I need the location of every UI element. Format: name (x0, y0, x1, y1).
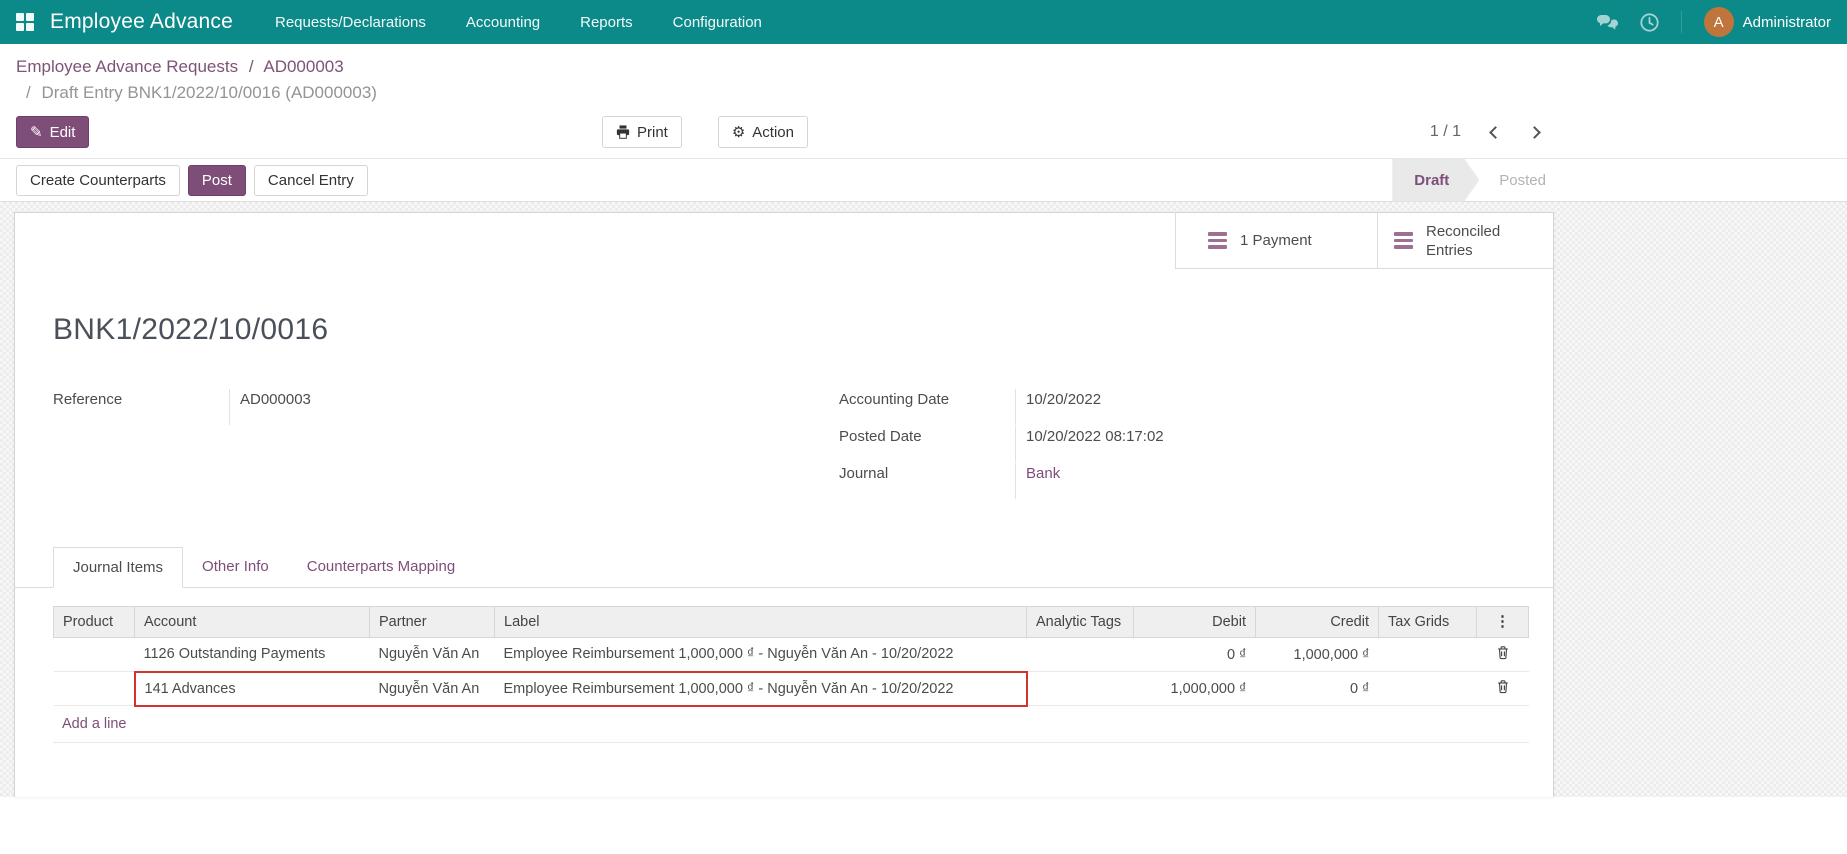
cell-account[interactable]: 1126 Outstanding Payments (135, 638, 370, 672)
cell-credit[interactable]: 1,000,000 ₫ (1256, 638, 1379, 672)
cell-label[interactable]: Employee Reimbursement 1,000,000 ₫ - Ngu… (495, 638, 1027, 672)
field-grid: Reference AD000003 Accounting Date 10/20… (53, 389, 1529, 500)
breadcrumb: Employee Advance Requests / AD000003 (16, 54, 1831, 80)
breadcrumb-separator: / (249, 57, 254, 76)
user-name: Administrator (1743, 14, 1831, 31)
post-button[interactable]: Post (188, 165, 246, 196)
nav-divider (1681, 11, 1682, 33)
cell-tax-grids[interactable] (1379, 672, 1477, 706)
cell-product[interactable] (54, 672, 135, 706)
menu-accounting[interactable]: Accounting (466, 14, 540, 31)
cell-debit[interactable]: 0 ₫ (1134, 638, 1256, 672)
gear-icon: ⚙ (732, 123, 745, 141)
col-debit: Debit (1134, 607, 1256, 638)
cell-product[interactable] (54, 638, 135, 672)
form-statusbar: Create Counterparts Post Cancel Entry Dr… (0, 159, 1847, 202)
state-widget: Draft Posted (1392, 159, 1554, 202)
add-a-line-link[interactable]: Add a line (53, 707, 1529, 743)
journal-items-table: Product Account Partner Label Analytic T… (53, 606, 1529, 707)
app-brand[interactable]: Employee Advance (50, 10, 233, 34)
delete-row-icon[interactable] (1496, 645, 1510, 660)
cancel-entry-button[interactable]: Cancel Entry (254, 165, 368, 196)
table-header-row: Product Account Partner Label Analytic T… (54, 607, 1529, 638)
reference-value: AD000003 (229, 389, 743, 425)
optional-columns-toggle-icon[interactable]: ⋮ (1477, 607, 1529, 638)
menu-requests-declarations[interactable]: Requests/Declarations (275, 14, 426, 31)
entry-title: BNK1/2022/10/0016 (53, 313, 1529, 347)
delete-row-icon[interactable] (1496, 679, 1510, 694)
breadcrumb-current-line: / Draft Entry BNK1/2022/10/0016 (AD00000… (16, 80, 1831, 106)
posted-date-value: 10/20/2022 08:17:02 (1015, 426, 1529, 462)
form-sheet: 1 Payment Reconciled Entries BNK1/2022/1… (14, 212, 1554, 797)
state-posted[interactable]: Posted (1479, 159, 1554, 202)
table-row-highlighted[interactable]: 141 Advances Nguyễn Văn An Employee Reim… (54, 672, 1529, 706)
cell-tax-grids[interactable] (1379, 638, 1477, 672)
col-partner: Partner (370, 607, 495, 638)
menu-configuration[interactable]: Configuration (673, 14, 762, 31)
col-tax-grids: Tax Grids (1379, 607, 1477, 638)
user-avatar[interactable]: A (1704, 7, 1734, 37)
breadcrumb-link-record[interactable]: AD000003 (263, 57, 343, 76)
tab-other-info[interactable]: Other Info (183, 547, 288, 588)
journal-entries-icon (1208, 229, 1227, 252)
cell-debit[interactable]: 1,000,000 ₫ (1134, 672, 1256, 706)
action-button[interactable]: ⚙ Action (718, 116, 808, 148)
cell-account[interactable]: 141 Advances (135, 672, 370, 706)
apps-menu-icon[interactable] (16, 13, 34, 31)
cell-partner[interactable]: Nguyễn Văn An (370, 638, 495, 672)
top-navbar: Employee Advance Requests/Declarations A… (0, 0, 1847, 44)
tab-journal-items[interactable]: Journal Items (53, 547, 183, 588)
pager-count[interactable]: 1 / 1 (1430, 123, 1461, 141)
breadcrumb-separator-2: / (26, 83, 31, 102)
messages-icon[interactable] (1596, 14, 1618, 31)
print-button[interactable]: Print (602, 116, 682, 148)
menu-reports[interactable]: Reports (580, 14, 633, 31)
reconciled-entries-icon (1394, 229, 1413, 252)
col-label: Label (495, 607, 1027, 638)
edit-button[interactable]: ✎ Edit (16, 116, 89, 148)
pencil-icon: ✎ (30, 123, 43, 141)
payments-stat-button[interactable]: 1 Payment (1175, 213, 1377, 269)
activity-clock-icon[interactable] (1640, 13, 1659, 32)
tab-counterparts-mapping[interactable]: Counterparts Mapping (288, 547, 474, 588)
notebook-tabs: Journal Items Other Info Counterparts Ma… (15, 546, 1553, 588)
col-credit: Credit (1256, 607, 1379, 638)
col-product: Product (54, 607, 135, 638)
pager-previous-icon[interactable] (1489, 126, 1502, 139)
create-counterparts-button[interactable]: Create Counterparts (16, 165, 180, 196)
cell-credit[interactable]: 0 ₫ (1256, 672, 1379, 706)
journal-value-link[interactable]: Bank (1015, 463, 1529, 499)
cell-label[interactable]: Employee Reimbursement 1,000,000 ₫ - Ngu… (495, 672, 1027, 706)
stat-button-row: 1 Payment Reconciled Entries (15, 213, 1553, 269)
posted-date-label: Posted Date (839, 426, 1015, 445)
cell-analytic-tags[interactable] (1027, 638, 1134, 672)
reconciled-entries-stat-button[interactable]: Reconciled Entries (1377, 213, 1553, 269)
breadcrumb-current: Draft Entry BNK1/2022/10/0016 (AD000003) (41, 83, 376, 102)
breadcrumb-link-requests[interactable]: Employee Advance Requests (16, 57, 238, 76)
journal-items-table-wrap: Product Account Partner Label Analytic T… (15, 588, 1553, 743)
state-draft[interactable]: Draft (1392, 159, 1479, 202)
user-menu[interactable]: A Administrator (1704, 7, 1831, 37)
reference-label: Reference (53, 389, 229, 408)
pager-next-icon[interactable] (1528, 126, 1541, 139)
table-row[interactable]: 1126 Outstanding Payments Nguyễn Văn An … (54, 638, 1529, 672)
printer-icon (616, 125, 630, 139)
col-analytic-tags: Analytic Tags (1027, 607, 1134, 638)
col-account: Account (135, 607, 370, 638)
control-panel: Employee Advance Requests / AD000003 / D… (0, 44, 1847, 159)
main-menu: Requests/Declarations Accounting Reports… (275, 14, 762, 31)
cell-analytic-tags[interactable] (1027, 672, 1134, 706)
content-background: 1 Payment Reconciled Entries BNK1/2022/1… (0, 202, 1847, 797)
journal-label: Journal (839, 463, 1015, 482)
accounting-date-value: 10/20/2022 (1015, 389, 1529, 425)
pager: 1 / 1 (1430, 123, 1539, 141)
cell-partner[interactable]: Nguyễn Văn An (370, 672, 495, 706)
accounting-date-label: Accounting Date (839, 389, 1015, 408)
